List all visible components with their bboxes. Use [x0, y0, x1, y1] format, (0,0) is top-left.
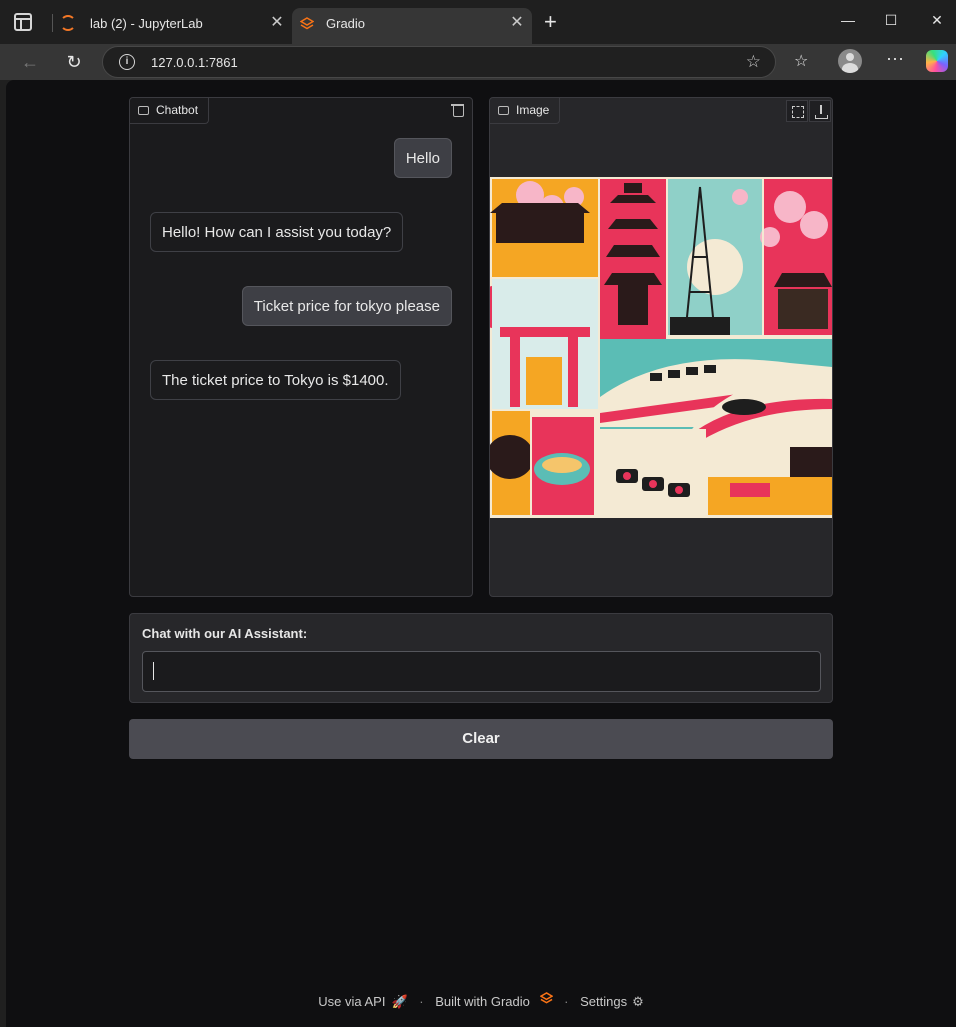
- chatbot-panel: Chatbot Hello Hello! How can I assist yo…: [129, 97, 473, 597]
- favorite-star-icon[interactable]: ☆: [746, 52, 761, 72]
- download-icon[interactable]: [809, 100, 831, 122]
- favorites-icon[interactable]: ☆: [794, 51, 808, 71]
- tab-actions-icon[interactable]: [14, 13, 32, 31]
- chat-input-field[interactable]: [142, 651, 821, 692]
- trash-icon[interactable]: [448, 100, 468, 120]
- site-info-icon[interactable]: i: [119, 54, 135, 70]
- clear-button[interactable]: Clear: [129, 719, 833, 759]
- tab-gradio[interactable]: Gradio ✕: [292, 8, 532, 44]
- more-menu-icon[interactable]: ···: [886, 48, 904, 69]
- close-tab-icon[interactable]: ✕: [508, 14, 526, 32]
- footer: Use via API 🚀 · Built with Gradio · Setti…: [6, 992, 956, 1010]
- fullscreen-icon[interactable]: [786, 100, 808, 122]
- close-tab-icon[interactable]: ✕: [268, 14, 286, 32]
- reload-icon[interactable]: ↻: [62, 50, 86, 74]
- new-tab-icon[interactable]: +: [544, 11, 557, 33]
- image-label: Image: [490, 98, 561, 124]
- gradio-logo-icon: [539, 992, 553, 1004]
- back-arrow-icon[interactable]: ←: [18, 50, 42, 74]
- chat-icon: [138, 106, 149, 115]
- copilot-icon[interactable]: [926, 50, 948, 72]
- tokyo-illustration[interactable]: [490, 177, 832, 518]
- tab-title: Gradio: [326, 16, 366, 31]
- gear-icon: ⚙: [632, 993, 644, 1009]
- page-viewport: Chatbot Hello Hello! How can I assist yo…: [6, 80, 956, 1027]
- use-via-api-link[interactable]: Use via API: [318, 994, 385, 1009]
- tab-jupyterlab[interactable]: lab (2) - JupyterLab ✕: [56, 8, 290, 40]
- user-message: Ticket price for tokyo please: [241, 286, 452, 326]
- gradio-favicon-icon: [300, 17, 314, 30]
- rocket-icon: 🚀: [391, 993, 408, 1009]
- settings-link[interactable]: Settings: [580, 994, 627, 1009]
- address-bar[interactable]: i 127.0.0.1:7861 ☆: [102, 46, 776, 78]
- chat-input-panel: Chat with our AI Assistant:: [129, 613, 833, 703]
- text-caret: [153, 662, 154, 680]
- user-message: Hello: [393, 138, 452, 178]
- built-with-gradio-link[interactable]: Built with Gradio: [435, 994, 530, 1009]
- url-text[interactable]: 127.0.0.1:7861: [151, 55, 238, 70]
- bot-message: Hello! How can I assist you today?: [150, 212, 404, 252]
- image-icon: [498, 106, 509, 115]
- minimize-icon[interactable]: —: [838, 12, 858, 28]
- separator-dot: ·: [564, 994, 569, 1010]
- bot-message: The ticket price to Tokyo is $1400.: [150, 360, 401, 400]
- browser-tab-bar: lab (2) - JupyterLab ✕ Gradio ✕ + — ☐ ✕: [0, 0, 956, 44]
- tab-separator: [52, 14, 53, 32]
- tab-title: lab (2) - JupyterLab: [90, 16, 203, 31]
- chatbot-label: Chatbot: [130, 98, 210, 124]
- chat-input-label: Chat with our AI Assistant:: [142, 626, 308, 641]
- profile-avatar-icon[interactable]: [838, 49, 862, 73]
- separator-dot: ·: [419, 994, 424, 1010]
- maximize-icon[interactable]: ☐: [881, 12, 901, 29]
- close-window-icon[interactable]: ✕: [927, 12, 947, 29]
- browser-toolbar: ← ↻ i 127.0.0.1:7861 ☆ ☆ ···: [0, 44, 956, 80]
- jupyter-favicon-icon: [60, 15, 76, 31]
- image-panel: Image: [489, 97, 833, 597]
